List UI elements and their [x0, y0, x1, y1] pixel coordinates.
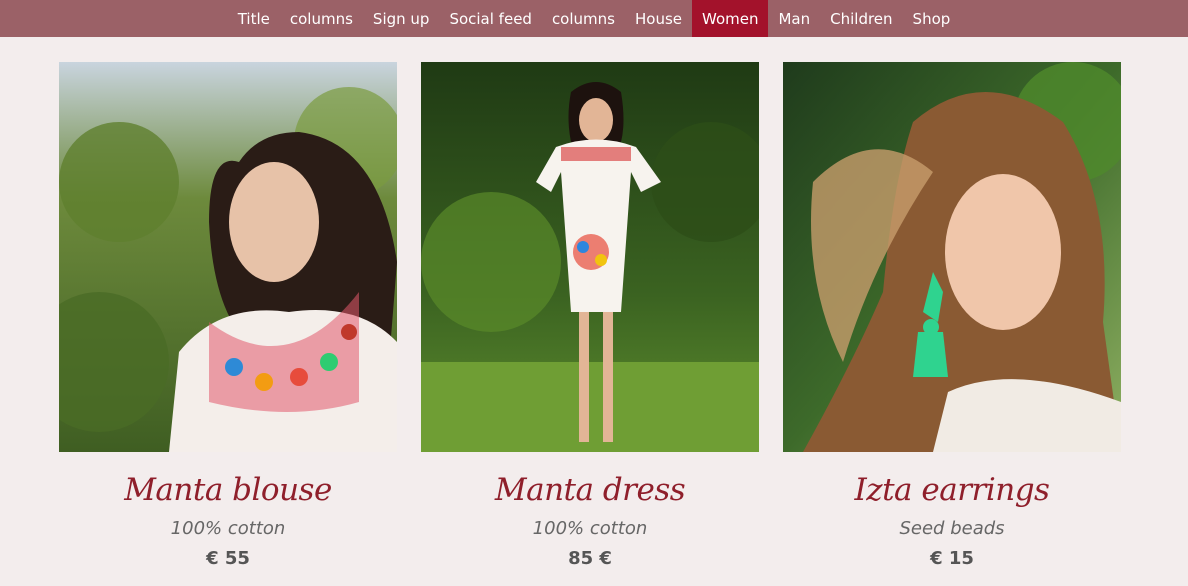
product-photo-dress[interactable]: [421, 62, 759, 452]
nav-item-shop[interactable]: Shop: [903, 0, 961, 37]
nav-item-children[interactable]: Children: [820, 0, 902, 37]
product-description: 100% cotton: [532, 518, 648, 539]
top-nav: Title columns Sign up Social feed column…: [0, 0, 1188, 37]
product-name[interactable]: Izta earrings: [783, 472, 1121, 508]
nav-item-social-feed[interactable]: Social feed: [439, 0, 542, 37]
product-name[interactable]: Manta dress: [421, 472, 759, 508]
nav-item-title[interactable]: Title: [228, 0, 280, 37]
nav-item-columns[interactable]: columns: [280, 0, 363, 37]
product-card: Manta dress 100% cotton 85 €: [421, 62, 759, 569]
product-card: Manta blouse 100% cotton € 55: [59, 62, 397, 569]
nav-item-sign-up[interactable]: Sign up: [363, 0, 440, 37]
nav-item-man[interactable]: Man: [768, 0, 820, 37]
nav-item-house[interactable]: House: [625, 0, 692, 37]
nav-item-women[interactable]: Women: [692, 0, 769, 37]
product-photo-blouse[interactable]: [59, 62, 397, 452]
product-grid: Manta blouse 100% cotton € 55 Manta dres…: [0, 37, 1188, 569]
product-photo-earrings[interactable]: [783, 62, 1121, 452]
nav-item-columns-2[interactable]: columns: [542, 0, 625, 37]
product-description: Seed beads: [899, 518, 1005, 539]
product-price: € 15: [930, 548, 974, 569]
product-price: € 55: [206, 548, 250, 569]
product-description: 100% cotton: [170, 518, 286, 539]
product-name[interactable]: Manta blouse: [59, 472, 397, 508]
product-price: 85 €: [568, 548, 612, 569]
product-card: Izta earrings Seed beads € 15: [783, 62, 1121, 569]
